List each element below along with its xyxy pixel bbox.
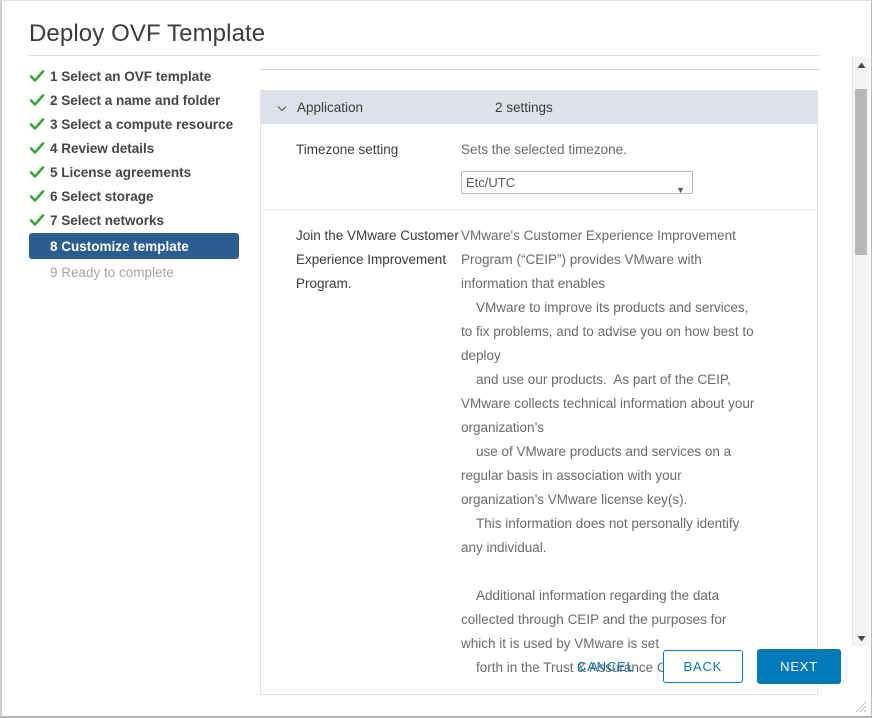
chevron-down-icon[interactable]	[275, 101, 289, 115]
timezone-select-wrap: Etc/UTC ▼	[461, 162, 693, 195]
dialog-footer: CANCEL BACK NEXT	[2, 642, 858, 690]
timezone-select[interactable]: Etc/UTC	[461, 171, 693, 194]
setting-description-ceip: VMware's Customer Experience Improvement…	[461, 228, 755, 675]
check-icon	[29, 92, 45, 108]
vertical-scrollbar[interactable]	[852, 57, 869, 646]
section-settings-count: 2 settings	[495, 100, 553, 115]
wizard-step-9[interactable]: 9 Ready to complete	[29, 260, 244, 284]
check-icon	[29, 116, 45, 132]
resize-grip[interactable]	[855, 700, 867, 713]
wizard-step-5[interactable]: 5 License agreements	[29, 160, 244, 184]
section-name: Application	[297, 100, 364, 115]
wizard-step-7[interactable]: 7 Select networks	[29, 208, 244, 232]
scroll-up-arrow-icon[interactable]	[853, 57, 869, 73]
wizard-step-label: 3 Select a compute resource	[50, 116, 234, 132]
wizard-step-6[interactable]: 6 Select storage	[29, 184, 244, 208]
back-button[interactable]: BACK	[662, 649, 744, 683]
content-divider	[260, 69, 820, 70]
cancel-button[interactable]: CANCEL	[563, 651, 649, 682]
page-title: Deploy OVF Template	[29, 20, 266, 47]
wizard-step-label: 7 Select networks	[50, 212, 165, 228]
setting-row-ceip: Join the VMware Customer Experience Impr…	[261, 210, 817, 694]
wizard-step-3[interactable]: 3 Select a compute resource	[29, 112, 244, 136]
wizard-step-label: 2 Select a name and folder	[50, 92, 221, 108]
setting-row-timezone: Timezone setting Sets the selected timez…	[261, 124, 817, 210]
wizard-step-label: 5 License agreements	[50, 164, 192, 180]
wizard-step-label: 9 Ready to complete	[50, 264, 174, 280]
setting-value-timezone: Sets the selected timezone. Etc/UTC ▼	[461, 138, 817, 195]
check-icon	[29, 140, 45, 156]
title-divider	[29, 55, 819, 56]
wizard-step-2[interactable]: 2 Select a name and folder	[29, 88, 244, 112]
settings-table: Application 2 settings Timezone setting …	[260, 90, 818, 695]
check-icon	[29, 188, 45, 204]
setting-description-timezone: Sets the selected timezone.	[461, 142, 627, 157]
wizard-step-label: 8 Customize template	[50, 238, 189, 254]
next-button[interactable]: NEXT	[757, 648, 841, 684]
wizard-step-8[interactable]: 8 Customize template	[29, 233, 239, 259]
wizard-step-4[interactable]: 4 Review details	[29, 136, 244, 160]
section-header-application[interactable]: Application 2 settings	[261, 91, 817, 124]
check-icon	[29, 164, 45, 180]
check-icon	[29, 68, 45, 84]
wizard-step-label: 6 Select storage	[50, 188, 154, 204]
wizard-step-list: 1 Select an OVF template 2 Select a name …	[29, 64, 244, 284]
customize-template-pane: Application 2 settings Timezone setting …	[260, 61, 834, 695]
wizard-step-1[interactable]: 1 Select an OVF template	[29, 64, 244, 88]
wizard-step-label: 1 Select an OVF template	[50, 68, 212, 84]
setting-label-ceip: Join the VMware Customer Experience Impr…	[296, 228, 459, 291]
scrollbar-thumb[interactable]	[855, 89, 867, 255]
title-bar: Deploy OVF Template	[29, 19, 819, 49]
wizard-step-label: 4 Review details	[50, 140, 155, 156]
deploy-ovf-template-dialog: Deploy OVF Template 1 Select an OVF temp…	[0, 0, 872, 718]
check-icon	[29, 212, 45, 228]
setting-label-timezone: Timezone setting	[296, 142, 399, 157]
